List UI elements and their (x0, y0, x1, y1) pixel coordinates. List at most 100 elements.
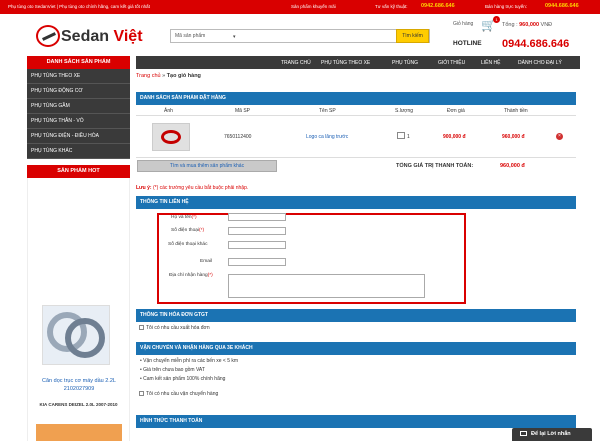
search-bar: Mã sản phẩm ▾ Tìm kiếm (170, 29, 430, 43)
payment-section-title: HÌNH THỨC THANH TOÁN (136, 415, 576, 428)
list-item: • Cam kết sản phẩm 100% chính hãng (140, 376, 226, 382)
order-section-title: DANH SÁCH SẢN PHẨM ĐẶT HÀNG (136, 92, 576, 105)
divider (136, 157, 576, 158)
col-qty: S.lượng (395, 108, 414, 114)
sidebar-item-engine[interactable]: PHỤ TÙNG ĐỘNG CƠ (27, 84, 130, 99)
main-nav: TRANG CHỦ PHỤ TÙNG THEO XE PHỤ TÙNG GIỚI… (136, 56, 580, 69)
shipping-checkbox-row[interactable]: Tôi có nhu cầu vận chuyển hàng (139, 391, 218, 397)
delete-icon[interactable]: × (556, 133, 563, 140)
order-total-label: TỔNG GIÁ TRỊ THANH TOÁN: (396, 163, 474, 169)
breadcrumb-home[interactable]: Trang chủ (136, 73, 161, 79)
logo-text-b: Việt (113, 28, 143, 45)
shipping-checkbox[interactable] (139, 391, 144, 397)
sidebar-title: DANH SÁCH SẢN PHẨM (27, 56, 130, 69)
name-field[interactable] (228, 213, 286, 221)
field-label-address: Địa chỉ nhận hàng(*) (169, 273, 213, 278)
shipping-checkbox-label: Tôi có nhu cầu vận chuyển hàng (146, 391, 219, 397)
table-row: 7650112400 Logo ca lăng trước 1 900,000 … (136, 117, 576, 157)
envelope-icon (520, 431, 527, 437)
email-field[interactable] (228, 258, 286, 266)
leave-message-label: Để lại Lời nhắn (531, 431, 571, 437)
col-name: Tên SP (319, 108, 336, 114)
required-note: Lưu ý: (*) các trường yêu cầu bắt buộc p… (136, 185, 248, 191)
hot-product-name[interactable]: Căn dọc trục cơ máy dầu 2.2L 2102027909 (30, 377, 128, 393)
col-code: Mã SP (235, 108, 251, 114)
hotline-label: HOTLINE (453, 40, 482, 47)
top-bar: Phụ tùng oto SedanViet | Phụ tùng oto ch… (0, 0, 600, 14)
promo-link[interactable]: Sản phẩm khuyến mãi (291, 4, 336, 9)
cart-label[interactable]: Giỏ hàng (453, 21, 473, 27)
field-label-email: Email (200, 259, 212, 264)
note-label: Lưu ý: (136, 185, 152, 191)
cart-total-value: 960,000 (519, 22, 540, 28)
topbar-tagline: Phụ tùng oto SedanViet | Phụ tùng oto ch… (8, 4, 150, 9)
search-input[interactable]: Mã sản phẩm (175, 33, 205, 39)
hot-product-thumb[interactable] (36, 424, 122, 441)
invoice-checkbox-row[interactable]: Tôi có nhu cầu xuất hóa đơn (139, 325, 210, 331)
product-qty[interactable]: 1 (407, 134, 410, 140)
product-code: 7650112400 (224, 134, 252, 140)
shipping-section-title: VẬN CHUYỂN VÀ NHẬN HÀNG QUA 3E KHÁCH (136, 342, 576, 355)
contact-form: Họ và tên(*) Số điện thoại(*) Số điện th… (157, 213, 466, 304)
order-table-header: Ảnh Mã SP Tên SP S.lượng Đơn giá Thành t… (136, 106, 576, 116)
invoice-section-title: THÔNG TIN HÓA ĐƠN GTGT (136, 309, 576, 322)
field-label-phone2: Số điện thoại khác (168, 242, 208, 247)
sales-label: Bán hàng trực tuyến: (485, 4, 528, 9)
field-label-name: Họ và tên(*) (171, 215, 197, 220)
site-logo[interactable]: Sedan Việt (36, 25, 156, 47)
cart-count-badge: 1 (493, 16, 500, 23)
chevron-down-icon[interactable]: ▾ (233, 34, 236, 40)
sidebar-item-electric[interactable]: PHỤ TÙNG ĐIỆN - ĐIỀU HÒA (27, 129, 130, 144)
product-name-link[interactable]: Logo ca lăng trước (306, 134, 348, 140)
continue-shopping-button[interactable]: Tìm và mua thêm sản phẩm khác (137, 160, 277, 172)
hot-product-image[interactable] (42, 305, 110, 365)
invoice-checkbox[interactable] (139, 325, 144, 331)
nav-item-contact[interactable]: LIÊN HỆ (481, 60, 500, 66)
sidebar-item-chassis[interactable]: PHỤ TÙNG GẦM (27, 99, 130, 114)
logo-mark-icon (36, 25, 60, 47)
breadcrumb-current: Tạo giỏ hàng (166, 73, 201, 79)
sidebar-item-body[interactable]: PHỤ TÙNG THÂN - VỎ (27, 114, 130, 129)
product-image[interactable] (152, 123, 190, 151)
note-text: (*) các trường yêu cầu bắt buộc phải nhậ… (152, 185, 249, 191)
col-image: Ảnh (164, 108, 173, 114)
advice-phone[interactable]: 0942.686.646 (421, 3, 455, 9)
order-total-value: 960,000 đ (500, 163, 525, 169)
nav-item-dealer[interactable]: DÀNH CHO ĐẠI LÝ (518, 60, 562, 66)
logo-text-a: Sedan (61, 28, 110, 45)
field-label-phone: Số điện thoại(*) (171, 228, 205, 233)
nav-item-parts-by-car[interactable]: PHỤ TÙNG THEO XE (321, 60, 370, 66)
hot-products-title: SẢN PHẨM HOT (27, 165, 130, 178)
sidebar-item-other[interactable]: PHỤ TÙNG KHÁC (27, 144, 130, 159)
sidebar-menu: PHỤ TÙNG THEO XE PHỤ TÙNG ĐỘNG CƠ PHỤ TÙ… (27, 69, 130, 159)
search-button[interactable]: Tìm kiếm (396, 29, 429, 43)
toyota-logo-icon (161, 130, 181, 144)
list-item: • Vận chuyển miễn phí ra các bến xe < 5 … (140, 358, 239, 364)
breadcrumb-sep: » (162, 73, 166, 79)
nav-item-parts[interactable]: PHỤ TÙNG (392, 60, 418, 66)
sidebar-item-parts-by-car[interactable]: PHỤ TÙNG THEO XE (27, 69, 130, 84)
quantity-checkbox[interactable] (397, 132, 405, 139)
invoice-checkbox-label: Tôi có nhu cầu xuất hóa đơn (146, 325, 210, 331)
product-total: 960,000 đ (502, 134, 525, 140)
cart-total-unit: VNĐ (540, 22, 553, 28)
col-total: Thành tiền (504, 108, 528, 114)
breadcrumb: Trang chủ » Tạo giỏ hàng (136, 73, 201, 79)
product-price: 900,000 đ (443, 134, 466, 140)
list-item: • Giá trên chưa bao gồm VAT (140, 367, 205, 373)
nav-item-home[interactable]: TRANG CHỦ (281, 60, 311, 66)
cart-total: Tổng : 960,000 VNĐ (502, 22, 552, 28)
bearing-ring-icon (65, 318, 105, 358)
hotline-number[interactable]: 0944.686.646 (502, 38, 569, 50)
advice-label: Tư vấn kỹ thuật: (375, 4, 408, 9)
address-field[interactable] (228, 274, 425, 298)
contact-section-title: THÔNG TIN LIÊN HỆ (136, 196, 576, 209)
phone2-field[interactable] (228, 241, 286, 249)
sales-phone[interactable]: 0944.686.646 (545, 3, 579, 9)
cart-total-label: Tổng : (502, 22, 518, 28)
leave-message-button[interactable]: Để lại Lời nhắn (512, 428, 592, 441)
nav-item-about[interactable]: GIỚI THIỆU (438, 60, 465, 66)
phone-field[interactable] (228, 227, 286, 235)
hot-product-subtitle: KIA CARENS DEIZEL 2.0L 2007-2010 (39, 402, 118, 407)
shipping-bullets: • Vận chuyển miễn phí ra các bến xe < 5 … (140, 357, 238, 384)
